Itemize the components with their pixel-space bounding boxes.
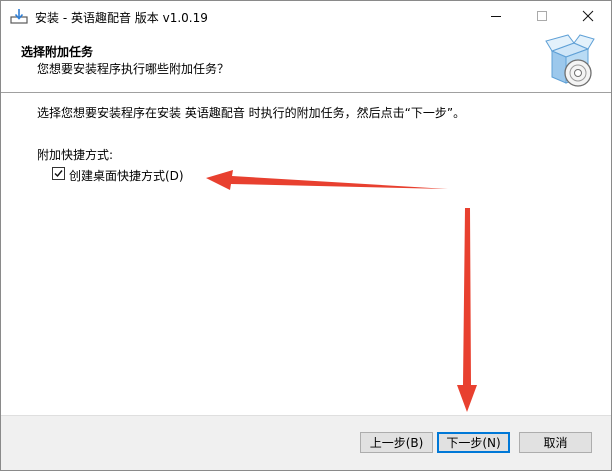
- minimize-button[interactable]: [473, 1, 519, 31]
- wizard-header: 选择附加任务 您想要安装程序执行哪些附加任务？: [1, 31, 611, 91]
- box-cd-icon: [545, 34, 595, 87]
- desktop-shortcut-label[interactable]: 创建桌面快捷方式(D): [69, 167, 184, 184]
- next-button[interactable]: 下一步(N): [437, 432, 510, 453]
- header-divider: [1, 92, 611, 93]
- wizard-footer: 上一步(B) 下一步(N) 取消: [1, 415, 611, 470]
- back-button[interactable]: 上一步(B): [360, 432, 433, 453]
- shortcut-group-label: 附加快捷方式:: [37, 148, 114, 162]
- installer-window: 安装 - 英语趣配音 版本 v1.0.19 选择附加任务 您想要安装程序执行哪些…: [0, 0, 612, 471]
- close-button[interactable]: [565, 1, 611, 31]
- maximize-button[interactable]: [519, 1, 565, 31]
- checkmark-icon: [54, 170, 63, 178]
- instruction-text: 选择您想要安装程序在安装 英语趣配音 时执行的附加任务，然后点击“下一步”。: [37, 106, 466, 120]
- title-bar: 安装 - 英语趣配音 版本 v1.0.19: [1, 1, 611, 31]
- cancel-button[interactable]: 取消: [519, 432, 592, 453]
- window-title: 安装 - 英语趣配音 版本 v1.0.19: [35, 11, 208, 25]
- page-subtitle: 您想要安装程序执行哪些附加任务？: [37, 62, 230, 76]
- close-icon: [582, 10, 594, 22]
- installer-app-icon: [10, 9, 28, 24]
- page-title: 选择附加任务: [21, 45, 94, 59]
- desktop-shortcut-checkbox[interactable]: [52, 167, 65, 180]
